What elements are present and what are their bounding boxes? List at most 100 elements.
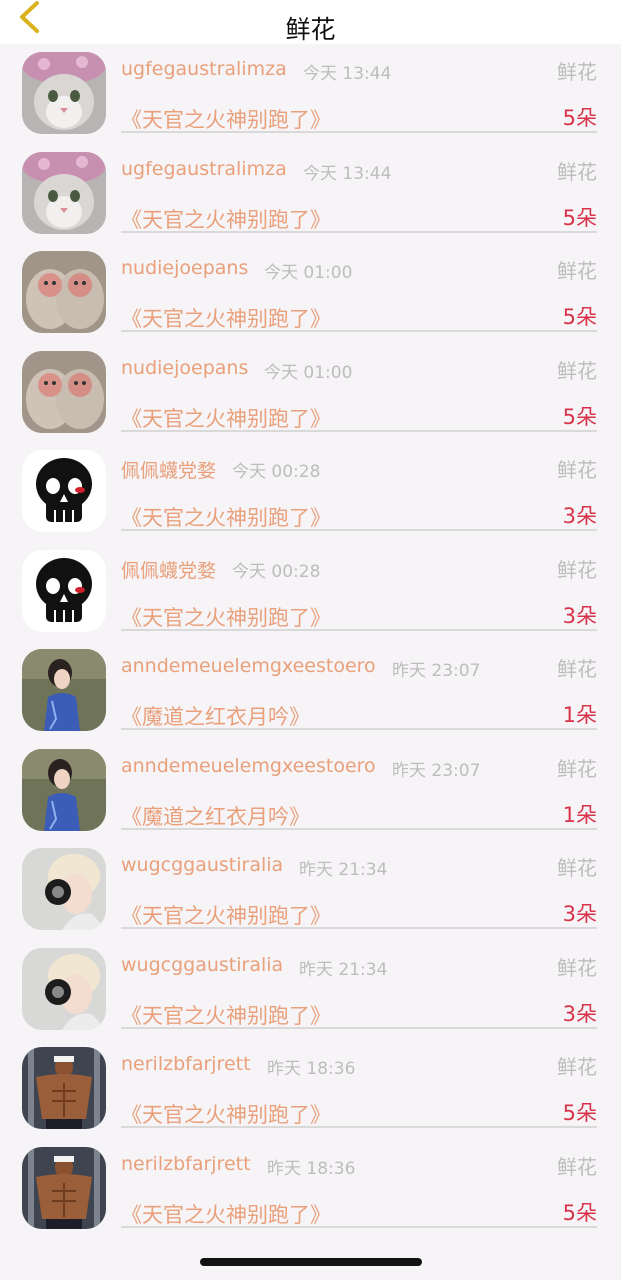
avatar[interactable] — [22, 549, 106, 632]
row-divider — [121, 529, 597, 531]
flower-count: 3朵 — [562, 1001, 597, 1026]
gift-list: ugfegaustralimza 今天 13:44 鲜花 《天官之火神别跑了》 5朵 ug… — [0, 44, 621, 1238]
gift-type-label: 鲜花 — [557, 358, 597, 383]
list-item[interactable]: anndemeuelemgxeestoero 昨天 23:07 鲜花《魔道之红衣月吟… — [0, 641, 621, 741]
list-item[interactable]: nerilzbfarjrett 昨天 18:36 鲜花《天官之火神别跑了》 5朵 — [0, 1039, 621, 1139]
gift-type-label: 鲜花 — [557, 259, 597, 283]
list-item[interactable]: 佩佩蠛党婺 今天 00:28 鲜花《天官之火神别跑了》 3朵 — [0, 442, 621, 542]
username[interactable]: 佩佩蠛党婺 — [121, 556, 216, 583]
book-title[interactable]: 《天官之火神别跑了》 — [121, 104, 331, 134]
timestamp: 昨天 18:36 — [267, 1158, 356, 1179]
timestamp: 昨天 23:07 — [392, 661, 481, 681]
list-item[interactable]: ugfegaustralimza 今天 13:44 鲜花《天官之火神别跑了》 5朵 — [0, 144, 621, 244]
timestamp: 昨天 21:34 — [299, 860, 388, 880]
row-divider — [121, 429, 597, 432]
username[interactable]: wugcggaustiralia — [121, 854, 283, 876]
book-title[interactable]: 《天官之火神别跑了》 — [121, 403, 331, 433]
avatar[interactable] — [22, 251, 106, 333]
avatar[interactable] — [22, 848, 106, 930]
book-title[interactable]: 《天官之火神别跑了》 — [121, 1099, 331, 1129]
username[interactable]: anndemeuelemgxeestoero — [121, 755, 376, 777]
flower-count: 5朵 — [562, 305, 597, 329]
flower-count: 5朵 — [562, 106, 597, 130]
row-divider — [121, 330, 597, 332]
flower-count: 3朵 — [562, 504, 597, 528]
row-divider — [121, 1225, 597, 1228]
username[interactable]: wugcggaustiralia — [121, 954, 283, 976]
username[interactable]: anndemeuelemgxeestoero — [121, 655, 376, 677]
book-title[interactable]: 《魔道之红衣月吟》 — [121, 701, 310, 731]
list-item[interactable]: nudiejoepans 今天 01:00 鲜花《天官之火神别跑了》 5朵 — [0, 343, 621, 443]
gift-type-label: 鲜花 — [557, 1055, 597, 1079]
gift-type-label: 鲜花 — [557, 557, 597, 582]
flower-count: 3朵 — [562, 902, 597, 926]
page-title: 鲜花 — [285, 15, 336, 44]
list-item[interactable]: nerilzbfarjrett 昨天 18:36 鲜花《天官之火神别跑了》 5朵 — [0, 1139, 621, 1239]
flower-count: 5朵 — [562, 404, 597, 429]
gift-type-label: 鲜花 — [557, 159, 597, 184]
avatar[interactable] — [22, 649, 106, 731]
list-item[interactable]: wugcggaustiralia 昨天 21:34 鲜花《天官之火神别跑了》 3朵 — [0, 940, 621, 1040]
avatar[interactable] — [22, 1047, 106, 1129]
book-title[interactable]: 《天官之火神别跑了》 — [121, 900, 331, 930]
home-indicator[interactable] — [200, 1258, 422, 1266]
gift-type-label: 鲜花 — [557, 856, 597, 880]
list-item[interactable]: ugfegaustralimza 今天 13:44 鲜花《天官之火神别跑了》 5朵 — [0, 44, 621, 144]
book-title[interactable]: 《魔道之红衣月吟》 — [121, 801, 310, 831]
flower-count: 1朵 — [562, 703, 597, 727]
nav-bar: 鲜花 — [0, 0, 621, 44]
avatar[interactable] — [22, 748, 106, 831]
flower-count: 5朵 — [562, 1200, 597, 1225]
row-divider — [121, 131, 597, 133]
row-divider — [121, 230, 597, 233]
list-item[interactable]: wugcggaustiralia 昨天 21:34 鲜花《天官之火神别跑了》 3朵 — [0, 840, 621, 940]
row-divider — [121, 927, 597, 929]
avatar[interactable] — [22, 350, 106, 433]
avatar[interactable] — [22, 947, 106, 1030]
flower-count: 5朵 — [562, 205, 597, 230]
timestamp: 今天 00:28 — [232, 561, 321, 582]
book-title[interactable]: 《天官之火神别跑了》 — [121, 1000, 331, 1030]
avatar[interactable] — [22, 450, 106, 532]
username[interactable]: nudiejoepans — [121, 257, 248, 279]
gift-type-label: 鲜花 — [557, 458, 597, 482]
gift-type-label: 鲜花 — [557, 756, 597, 781]
gift-type-label: 鲜花 — [557, 60, 597, 84]
gift-type-label: 鲜花 — [557, 657, 597, 681]
list-item[interactable]: anndemeuelemgxeestoero 昨天 23:07 鲜花《魔道之红衣月吟… — [0, 741, 621, 841]
book-title[interactable]: 《天官之火神别跑了》 — [121, 1199, 331, 1229]
row-divider — [121, 728, 597, 730]
username[interactable]: ugfegaustralimza — [121, 58, 287, 80]
gift-type-label: 鲜花 — [557, 955, 597, 980]
username[interactable]: nudiejoepans — [121, 357, 248, 379]
timestamp: 今天 01:00 — [264, 362, 353, 383]
book-title[interactable]: 《天官之火神别跑了》 — [121, 602, 331, 632]
row-divider — [121, 827, 597, 830]
flower-count: 1朵 — [562, 802, 597, 827]
avatar[interactable] — [22, 52, 106, 134]
username[interactable]: nerilzbfarjrett — [121, 1053, 251, 1075]
gift-type-label: 鲜花 — [557, 1154, 597, 1179]
flower-count: 3朵 — [562, 603, 597, 628]
flower-count: 5朵 — [562, 1101, 597, 1125]
row-divider — [121, 628, 597, 631]
timestamp: 今天 00:28 — [232, 462, 321, 482]
username[interactable]: nerilzbfarjrett — [121, 1153, 251, 1175]
list-item[interactable]: 佩佩蠛党婺 今天 00:28 鲜花《天官之火神别跑了》 3朵 — [0, 542, 621, 642]
avatar[interactable] — [22, 151, 106, 234]
timestamp: 今天 13:44 — [303, 163, 392, 184]
row-divider — [121, 1026, 597, 1029]
book-title[interactable]: 《天官之火神别跑了》 — [121, 303, 331, 333]
timestamp: 今天 01:00 — [264, 263, 353, 283]
timestamp: 昨天 21:34 — [299, 959, 388, 980]
timestamp: 今天 13:44 — [303, 64, 392, 84]
book-title[interactable]: 《天官之火神别跑了》 — [121, 502, 331, 532]
list-item[interactable]: nudiejoepans 今天 01:00 鲜花《天官之火神别跑了》 5朵 — [0, 243, 621, 343]
avatar[interactable] — [22, 1146, 106, 1229]
username[interactable]: 佩佩蠛党婺 — [121, 456, 216, 483]
timestamp: 昨天 23:07 — [392, 760, 481, 781]
timestamp: 昨天 18:36 — [267, 1059, 356, 1079]
username[interactable]: ugfegaustralimza — [121, 158, 287, 180]
row-divider — [121, 1126, 597, 1128]
book-title[interactable]: 《天官之火神别跑了》 — [121, 204, 331, 234]
